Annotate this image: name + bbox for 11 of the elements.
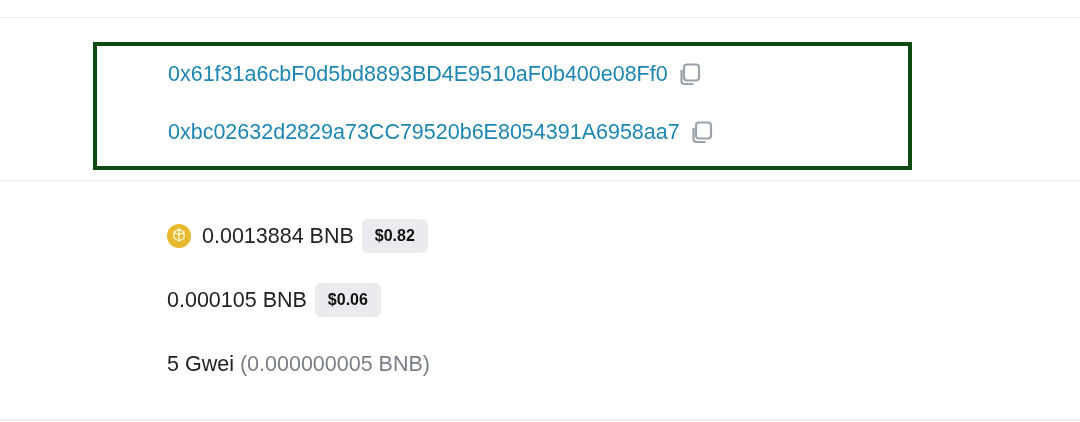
amount-text: 0.0013884 BNB bbox=[202, 223, 354, 249]
usd-badge: $0.82 bbox=[361, 219, 428, 253]
usd-badge: $0.06 bbox=[314, 283, 381, 317]
copy-icon[interactable] bbox=[691, 120, 714, 144]
amount-text: 5 Gwei bbox=[167, 351, 234, 377]
amount-text: 0.000105 BNB bbox=[167, 287, 307, 313]
coin-icon bbox=[167, 224, 191, 248]
address-link[interactable]: 0xbc02632d2829a73CC79520b6E8054391A6958aa7 bbox=[168, 119, 680, 145]
address-link[interactable]: 0x61f31a6cbF0d5bd8893BD4E9510aF0b400e08Ff0 bbox=[168, 61, 668, 87]
bnb-detail-text: (0.000000005 BNB) bbox=[239, 351, 430, 377]
copy-icon[interactable] bbox=[679, 62, 702, 86]
